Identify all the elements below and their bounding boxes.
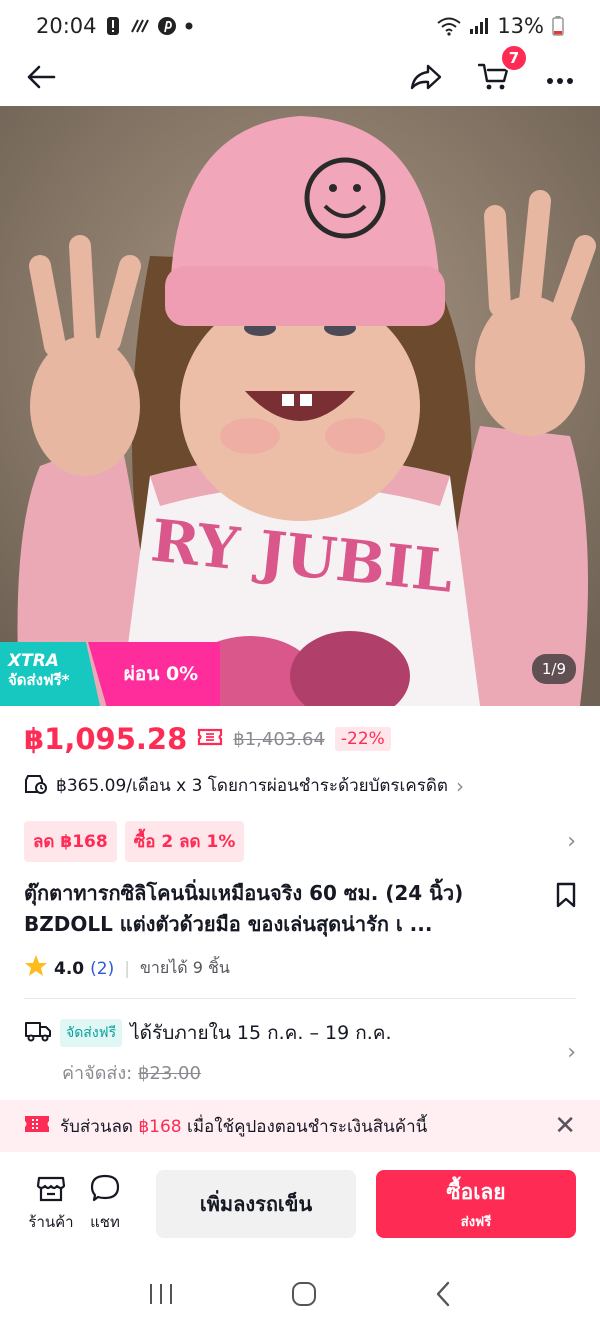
chevron-right-icon: ›: [567, 1040, 576, 1065]
star-icon: [24, 954, 48, 983]
buy-now-label: ซื้อเลย: [446, 1180, 506, 1204]
notification-alert-icon: [105, 16, 121, 36]
coupon-prefix: รับส่วนลด: [60, 1116, 133, 1137]
chat-bubble-icon: [90, 1174, 120, 1206]
product-title: ตุ๊กตาทารกซิลิโคนนิ่มเหมือนจริง 60 ซม. (…: [24, 881, 464, 936]
chevron-right-icon: ›: [455, 773, 464, 798]
price-row: ฿1,095.28 ฿1,403.64 -22%: [24, 722, 391, 756]
shipping-row[interactable]: จัดส่งฟรี ได้รับภายใน 15 ก.ค. – 19 ก.ค. …: [24, 1018, 576, 1088]
shop-button[interactable]: ร้านค้า: [24, 1174, 78, 1234]
shipping-fee-old: ฿23.00: [137, 1063, 201, 1084]
more-options-icon[interactable]: [546, 70, 574, 89]
original-price: ฿1,403.64: [233, 728, 325, 750]
delivery-estimate: ได้รับภายใน 15 ก.ค. – 19 ก.ค.: [130, 1022, 392, 1044]
xtra-subtitle: จัดส่งฟรี*: [8, 671, 70, 689]
delivery-truck-icon: [24, 1020, 52, 1047]
coupon-ticket-icon: [197, 727, 223, 751]
top-nav: 7: [0, 44, 600, 106]
chat-label: แชท: [90, 1213, 120, 1231]
battery-percent: 13%: [497, 14, 544, 38]
bookmark-icon[interactable]: [556, 882, 576, 940]
wifi-icon: [437, 16, 461, 36]
battery-icon: [552, 16, 564, 36]
more-notifications-icon: [185, 22, 193, 30]
promo-row[interactable]: ลด ฿168 ซื้อ 2 ลด 1% ›: [24, 820, 576, 862]
installment-row[interactable]: ฿365.09/เดือน x 3 โดยการผ่อนชำระด้วยบัตร…: [24, 772, 576, 799]
current-price: ฿1,095.28: [24, 722, 188, 756]
store-icon: [36, 1174, 66, 1206]
chevron-right-icon: ›: [567, 828, 576, 854]
product-image-carousel[interactable]: RY JUBIL XTRA จัดส่งฟรี* ผ่อน 0% 1/9: [0, 106, 600, 706]
discount-badge: -22%: [334, 727, 391, 751]
product-image: RY JUBIL: [0, 106, 600, 706]
home-icon[interactable]: [290, 1280, 318, 1312]
rating-value: 4.0: [54, 958, 85, 979]
coupon-amount: ฿168: [138, 1116, 182, 1137]
free-shipping-tag: จัดส่งฟรี: [60, 1019, 123, 1047]
add-to-cart-button[interactable]: เพิ่มลงรถเข็น: [156, 1170, 356, 1238]
promo-discount-tag: ลด ฿168: [24, 820, 117, 862]
data-saver-icon: [129, 17, 149, 35]
xtra-free-shipping-badge: XTRA จัดส่งฟรี* ผ่อน 0%: [0, 642, 220, 706]
separator: |: [124, 958, 130, 979]
back-icon[interactable]: [433, 1280, 453, 1312]
coupon-suffix: เมื่อใช้คูปองตอนชำระเงินสินค้านี้: [187, 1116, 428, 1137]
recent-apps-icon[interactable]: [147, 1282, 175, 1310]
buy-now-button[interactable]: ซื้อเลย ส่งฟรี: [376, 1170, 576, 1238]
bottom-action-bar: ร้านค้า แชท เพิ่มลงรถเข็น ซื้อเลย ส่งฟรี: [0, 1152, 600, 1256]
coupon-banner[interactable]: รับส่วนลด ฿168 เมื่อใช้คูปองตอนชำระเงินส…: [0, 1100, 600, 1152]
installment-card-icon: [24, 772, 48, 799]
shop-label: ร้านค้า: [28, 1213, 74, 1231]
cart-count-badge: 7: [500, 44, 528, 72]
share-icon[interactable]: [410, 63, 442, 95]
sold-count: ขายได้ 9 ชิ้น: [139, 958, 230, 977]
back-arrow-icon[interactable]: [26, 64, 56, 94]
close-icon[interactable]: ✕: [554, 1111, 576, 1141]
product-title-row: ตุ๊กตาทารกซิลิโคนนิ่มเหมือนจริง 60 ซม. (…: [24, 878, 576, 940]
buy-now-sublabel: ส่งฟรี: [460, 1215, 492, 1230]
signal-icon: [469, 17, 489, 35]
divider: [24, 998, 576, 999]
xtra-label: XTRA จัดส่งฟรี*: [0, 642, 100, 706]
chat-button[interactable]: แชท: [78, 1174, 132, 1234]
system-navigation-bar: [0, 1258, 600, 1333]
status-time: 20:04: [36, 14, 97, 38]
rating-count: (2): [90, 958, 115, 979]
promo-bundle-tag: ซื้อ 2 ลด 1%: [124, 820, 245, 862]
rating-row[interactable]: 4.0 (2) | ขายได้ 9 ชิ้น: [24, 954, 230, 983]
image-page-counter: 1/9: [531, 654, 576, 684]
installment-text: ฿365.09/เดือน x 3 โดยการผ่อนชำระด้วยบัตร…: [56, 776, 448, 796]
coupon-icon: [24, 1114, 50, 1139]
shipping-fee-label: ค่าจัดส่ง:: [62, 1063, 133, 1084]
installment-badge: ผ่อน 0%: [88, 642, 220, 706]
pinterest-icon: [157, 16, 177, 36]
cart-button[interactable]: 7: [477, 44, 528, 96]
xtra-title: XTRA: [8, 651, 59, 671]
cart-icon: [477, 63, 510, 96]
